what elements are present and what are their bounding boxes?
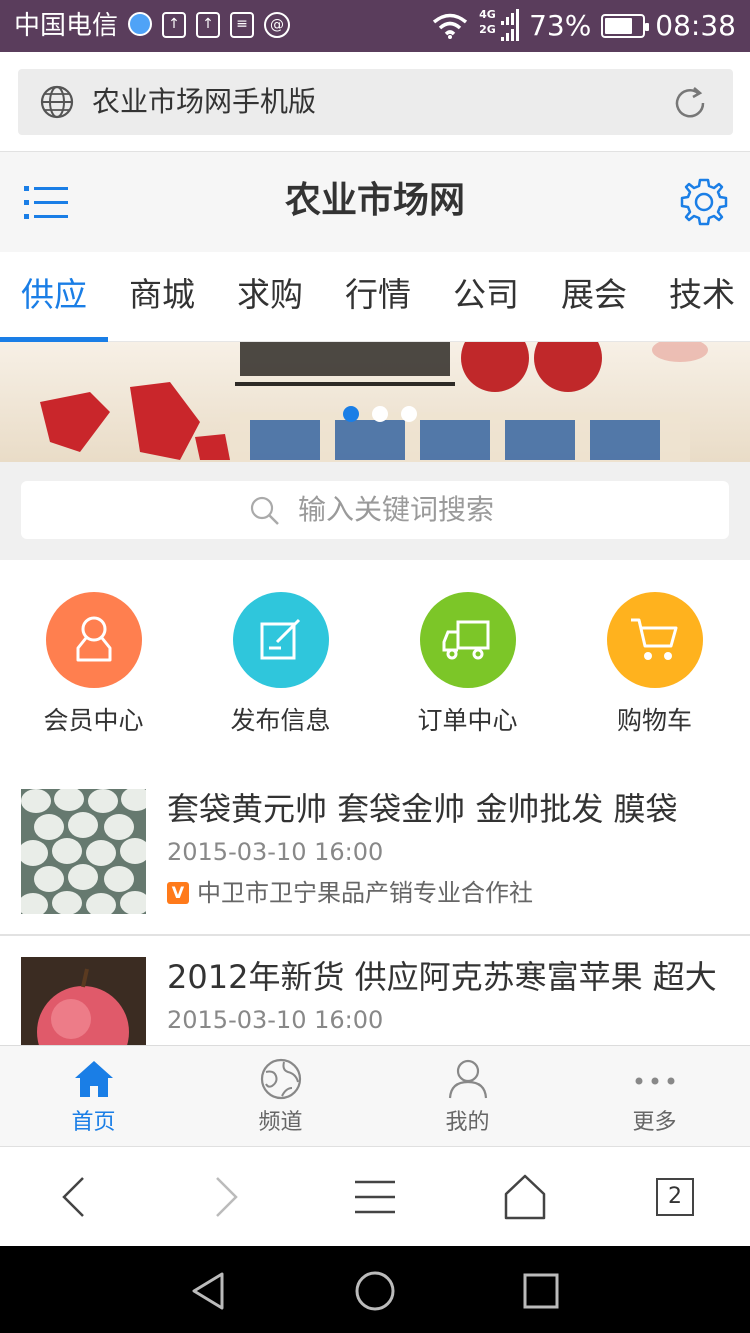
list-item[interactable]: 套袋黄元帅 套袋金帅 金帅批发 膜袋 2015-03-10 16:00 V 中卫… bbox=[0, 770, 750, 936]
listing-date: 2015-03-10 16:00 bbox=[167, 1006, 384, 1034]
carrier-name: 中国电信 bbox=[14, 11, 119, 41]
hamburger-icon bbox=[355, 1180, 395, 1214]
tab-purchase[interactable]: 求购 bbox=[216, 252, 324, 342]
status-right: 4G 2G 73% 08:38 bbox=[431, 8, 736, 44]
forward-button[interactable] bbox=[150, 1147, 300, 1247]
site-title: 农业市场网 bbox=[284, 180, 465, 221]
quick-shopping-cart[interactable]: 购物车 bbox=[561, 560, 748, 760]
quick-order-center[interactable]: 订单中心 bbox=[374, 560, 561, 760]
system-home-icon[interactable] bbox=[353, 1269, 397, 1313]
wifi-icon bbox=[432, 13, 468, 39]
home-icon bbox=[75, 1061, 113, 1097]
nav-channel[interactable]: 频道 bbox=[187, 1046, 374, 1146]
browser-home-button[interactable] bbox=[450, 1147, 600, 1247]
browser-menu-button[interactable] bbox=[300, 1147, 450, 1247]
quick-label: 购物车 bbox=[616, 706, 692, 735]
carousel-dot-3[interactable] bbox=[401, 406, 417, 422]
truck-icon bbox=[420, 592, 516, 688]
quick-label: 订单中心 bbox=[417, 706, 518, 735]
carousel-dot-1[interactable] bbox=[343, 406, 359, 422]
verified-badge-icon: V bbox=[167, 882, 189, 904]
listing-title: 2012年新货 供应阿克苏寒富苹果 超大 bbox=[167, 958, 717, 996]
status-bar: 中国电信 ↑ ↑ ≡ @ 4G 2G 73% 08:38 bbox=[0, 0, 750, 52]
listing-title: 套袋黄元帅 套袋金帅 金帅批发 膜袋 bbox=[167, 790, 678, 828]
at-icon: @ bbox=[264, 12, 290, 38]
globe-icon bbox=[260, 1058, 302, 1100]
browser-address-bar: 农业市场网手机版 bbox=[0, 52, 750, 152]
battery-icon bbox=[601, 14, 650, 38]
tab-count: 2 bbox=[656, 1178, 694, 1216]
person-icon bbox=[448, 1059, 488, 1099]
tabs-button[interactable]: 2 bbox=[600, 1147, 750, 1247]
nav-label: 我的 bbox=[445, 1110, 490, 1135]
tab-technology[interactable]: 技术 bbox=[648, 252, 750, 342]
network-2g-label: 2G bbox=[479, 23, 496, 36]
nav-more[interactable]: 更多 bbox=[561, 1046, 748, 1146]
system-recents-icon[interactable] bbox=[522, 1272, 560, 1310]
quick-label: 发布信息 bbox=[230, 706, 331, 735]
nav-label: 频道 bbox=[258, 1110, 303, 1135]
upload-icon: ↑ bbox=[162, 12, 186, 38]
url-title: 农业市场网手机版 bbox=[92, 85, 317, 118]
tab-supply[interactable]: 供应 bbox=[0, 252, 108, 342]
chevron-right-icon bbox=[216, 1177, 238, 1217]
list-item[interactable]: 2012年新货 供应阿克苏寒富苹果 超大 2015-03-10 16:00 bbox=[0, 938, 750, 1045]
listing-company: V 中卫市卫宁果品产销专业合作社 bbox=[167, 877, 533, 909]
globe-icon bbox=[40, 85, 74, 119]
heart-app-icon bbox=[128, 12, 152, 36]
bottom-navigation: 首页 频道 我的 更多 bbox=[0, 1045, 750, 1146]
search-placeholder: 输入关键词搜索 bbox=[298, 493, 495, 526]
quick-label: 会员中心 bbox=[43, 706, 144, 735]
refresh-icon[interactable] bbox=[670, 83, 710, 123]
notification-icons: ↑ ↑ ≡ @ bbox=[128, 12, 290, 38]
more-icon bbox=[635, 1077, 675, 1085]
tab-company[interactable]: 公司 bbox=[432, 252, 540, 342]
tab-market[interactable]: 行情 bbox=[324, 252, 432, 342]
nav-label: 首页 bbox=[71, 1110, 116, 1135]
network-4g-label: 4G bbox=[479, 8, 496, 21]
listing-date: 2015-03-10 16:00 bbox=[167, 838, 384, 866]
settings-gear-icon[interactable] bbox=[678, 176, 730, 228]
search-icon bbox=[250, 496, 279, 525]
site-header: 农业市场网 bbox=[0, 152, 750, 252]
carousel-dots bbox=[343, 406, 417, 422]
tab-exhibition[interactable]: 展会 bbox=[540, 252, 648, 342]
url-field[interactable]: 农业市场网手机版 bbox=[18, 69, 733, 135]
promo-banner[interactable] bbox=[0, 342, 750, 462]
nav-mine[interactable]: 我的 bbox=[374, 1046, 561, 1146]
category-tabs: 供应 商城 求购 行情 公司 展会 技术 bbox=[0, 252, 750, 342]
quick-member-center[interactable]: 会员中心 bbox=[0, 560, 187, 760]
banner-image bbox=[0, 342, 750, 462]
quick-publish-info[interactable]: 发布信息 bbox=[187, 560, 374, 760]
nav-label: 更多 bbox=[632, 1110, 677, 1135]
company-name: 中卫市卫宁果品产销专业合作社 bbox=[197, 879, 533, 907]
signal-icon: 4G 2G bbox=[479, 8, 520, 43]
clock: 08:38 bbox=[655, 9, 736, 42]
system-back-icon[interactable] bbox=[188, 1270, 230, 1312]
carousel-dot-2[interactable] bbox=[372, 406, 388, 422]
news-icon: ≡ bbox=[230, 12, 254, 38]
quick-links: 会员中心 发布信息 订单中心 购物车 bbox=[0, 560, 750, 760]
search-input[interactable]: 输入关键词搜索 bbox=[21, 481, 729, 539]
chevron-left-icon bbox=[62, 1177, 84, 1217]
tab-mall[interactable]: 商城 bbox=[108, 252, 216, 342]
browser-toolbar: 2 bbox=[0, 1146, 750, 1246]
product-thumbnail bbox=[21, 789, 146, 914]
battery-percent: 73% bbox=[529, 9, 592, 42]
cart-icon bbox=[607, 592, 703, 688]
user-icon bbox=[46, 592, 142, 688]
upload-icon-2: ↑ bbox=[196, 12, 220, 38]
nav-home[interactable]: 首页 bbox=[0, 1046, 187, 1146]
search-area: 输入关键词搜索 bbox=[0, 462, 750, 560]
edit-icon bbox=[233, 592, 329, 688]
product-thumbnail bbox=[21, 957, 146, 1045]
system-navigation-bar bbox=[0, 1246, 750, 1333]
back-button[interactable] bbox=[0, 1147, 150, 1247]
house-outline-icon bbox=[504, 1174, 546, 1220]
